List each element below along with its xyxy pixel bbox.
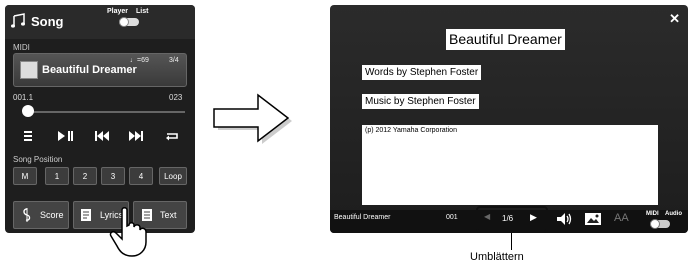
song-menu-button[interactable] (13, 126, 43, 146)
score-button[interactable]: Score (13, 201, 69, 229)
tab-player[interactable]: Player (107, 8, 128, 15)
rewind-icon (95, 131, 109, 141)
midi-audio-toggle[interactable] (650, 219, 670, 229)
song-header: Song Player List (5, 5, 195, 39)
fast-forward-icon (129, 131, 143, 141)
right-arrow-icon (213, 93, 292, 144)
tempo-display: ♩=69 (130, 57, 149, 64)
copyright-text: (p) 2012 Yamaha Corporation (365, 127, 457, 134)
tab-list[interactable]: List (136, 8, 148, 15)
image-icon[interactable] (584, 212, 602, 226)
song-selector[interactable]: Beautiful Dreamer ♩=69 3/4 (13, 53, 187, 87)
text-label: Text (160, 210, 177, 220)
words-by-line: Words by Stephen Foster (362, 65, 482, 80)
song-position-4[interactable]: 4 (129, 167, 153, 185)
song-position-2[interactable]: 2 (73, 167, 97, 185)
midi-toggle-label: MIDI (646, 211, 659, 217)
page-title: Song (31, 14, 64, 29)
play-pause-button[interactable] (51, 126, 81, 146)
score-label: Score (40, 210, 64, 220)
play-pause-icon (58, 131, 73, 141)
song-position-loop[interactable]: Loop (159, 167, 187, 185)
song-thumbnail (20, 61, 38, 79)
beat-display: 3/4 (169, 57, 179, 64)
volume-icon[interactable] (556, 212, 574, 226)
player-list-toggle[interactable] (119, 17, 139, 27)
lyrics-icon (81, 209, 91, 221)
bottom-song-name: Beautiful Dreamer (334, 214, 391, 221)
song-name: Beautiful Dreamer (42, 64, 137, 76)
music-by-line: Music by Stephen Foster (362, 94, 479, 109)
position-end: 023 (169, 93, 183, 102)
close-icon[interactable]: ✕ (669, 11, 680, 27)
song-position-1[interactable]: 1 (45, 167, 69, 185)
midi-label: MIDI (13, 43, 30, 52)
fast-forward-button[interactable] (121, 126, 151, 146)
font-size-button[interactable]: AA (614, 212, 629, 224)
repeat-button[interactable] (157, 126, 187, 146)
menu-icon (24, 131, 32, 141)
position-start: 001.1 (13, 93, 34, 102)
song-screen: Song Player List MIDI Beautiful Dreamer … (5, 5, 195, 233)
audio-toggle-label: Audio (665, 211, 682, 217)
repeat-icon (166, 133, 178, 141)
lyrics-screen: ✕ Beautiful Dreamer Words by Stephen Fos… (330, 5, 688, 233)
position-slider-knob[interactable] (22, 105, 34, 117)
note-icon (11, 13, 25, 28)
lyrics-text-area: (p) 2012 Yamaha Corporation (362, 125, 658, 205)
callout-leader-line (511, 233, 512, 250)
page-turn-callout (476, 206, 548, 233)
bottom-song-number: 001 (446, 214, 458, 221)
score-icon (23, 208, 31, 222)
song-position-m[interactable]: M (13, 167, 37, 185)
song-position-label: Song Position (13, 155, 63, 164)
position-slider[interactable] (25, 111, 185, 113)
hand-pointer-icon (109, 207, 147, 257)
rewind-button[interactable] (87, 126, 117, 146)
callout-label: Umblättern (470, 251, 524, 263)
song-position-3[interactable]: 3 (101, 167, 125, 185)
lyrics-title: Beautiful Dreamer (446, 29, 565, 50)
